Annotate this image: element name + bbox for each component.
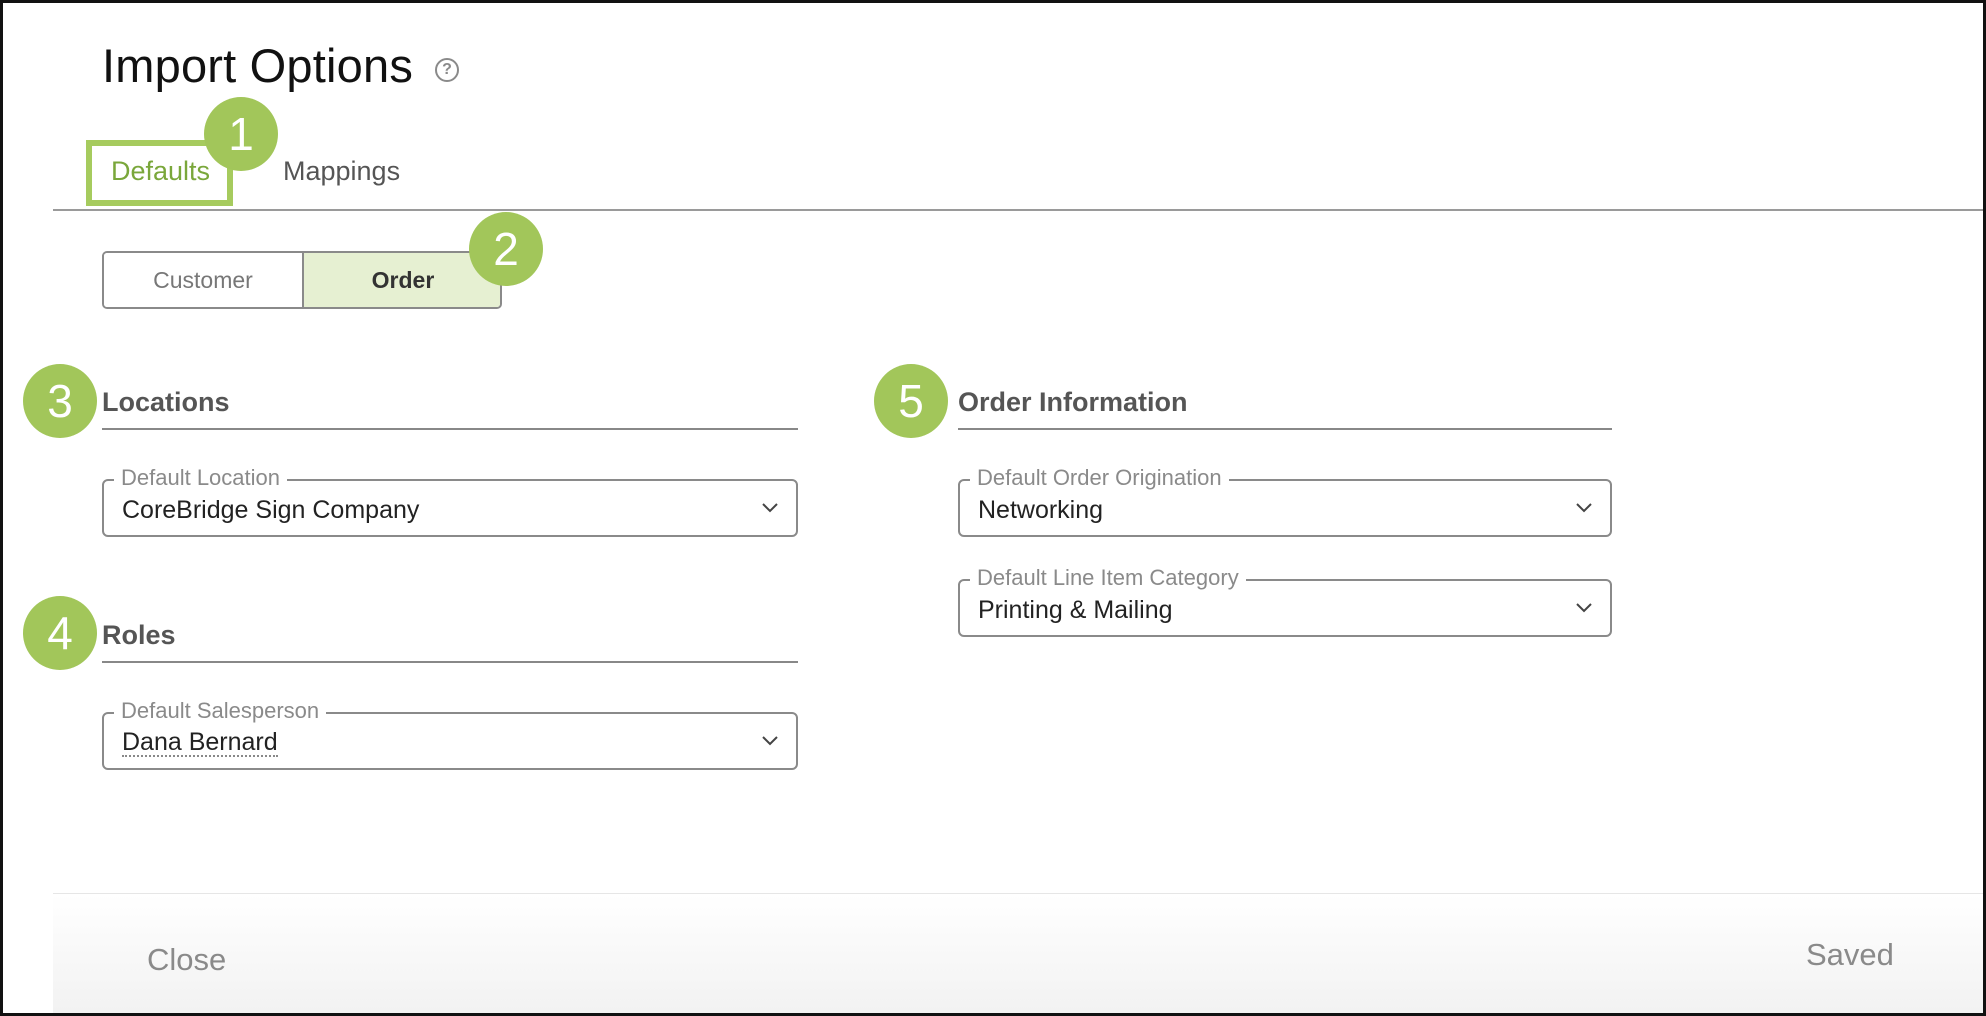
chevron-down-icon bbox=[762, 736, 778, 746]
callout-badge-5: 5 bbox=[874, 364, 948, 438]
chevron-down-icon bbox=[1576, 603, 1592, 613]
default-salesperson-label: Default Salesperson bbox=[114, 698, 327, 724]
default-salesperson-value: Dana Bernard bbox=[122, 728, 278, 757]
saved-button[interactable]: Saved bbox=[1806, 937, 1894, 973]
default-order-origination-value: Networking bbox=[978, 496, 1104, 524]
order-information-divider bbox=[958, 428, 1612, 430]
footer-bar bbox=[53, 894, 1983, 1013]
tab-bar: Defaults Mappings bbox=[53, 120, 1983, 211]
left-gutter bbox=[3, 3, 53, 1013]
default-location-value: CoreBridge Sign Company bbox=[122, 496, 420, 524]
callout-badge-4: 4 bbox=[23, 596, 97, 670]
chevron-down-icon bbox=[1576, 503, 1592, 513]
locations-section-title: Locations bbox=[102, 387, 230, 417]
callout-badge-3: 3 bbox=[23, 364, 97, 438]
default-location-select[interactable]: Default Location CoreBridge Sign Company bbox=[102, 465, 798, 537]
locations-divider bbox=[102, 428, 798, 430]
order-information-section-title: Order Information bbox=[958, 387, 1188, 417]
question-circle-icon[interactable]: ? bbox=[435, 58, 459, 82]
customer-order-toggle: Customer Order bbox=[102, 251, 502, 309]
default-order-origination-label: Default Order Origination bbox=[970, 465, 1229, 491]
toggle-customer-button[interactable]: Customer bbox=[104, 253, 304, 307]
tab-mappings[interactable]: Mappings bbox=[283, 156, 400, 187]
chevron-down-icon bbox=[762, 503, 778, 513]
default-line-item-category-label: Default Line Item Category bbox=[970, 565, 1246, 591]
default-order-origination-select[interactable]: Default Order Origination Networking bbox=[958, 465, 1612, 537]
callout-badge-2: 2 bbox=[469, 212, 543, 286]
close-button[interactable]: Close bbox=[147, 942, 226, 978]
default-location-label: Default Location bbox=[114, 465, 287, 491]
page-title: Import Options bbox=[102, 39, 414, 92]
default-line-item-category-value: Printing & Mailing bbox=[978, 596, 1173, 624]
default-line-item-category-select[interactable]: Default Line Item Category Printing & Ma… bbox=[958, 565, 1612, 637]
roles-section-title: Roles bbox=[102, 620, 176, 650]
roles-divider bbox=[102, 661, 798, 663]
callout-badge-1: 1 bbox=[204, 97, 278, 171]
default-salesperson-select[interactable]: Default Salesperson Dana Bernard bbox=[102, 698, 798, 770]
